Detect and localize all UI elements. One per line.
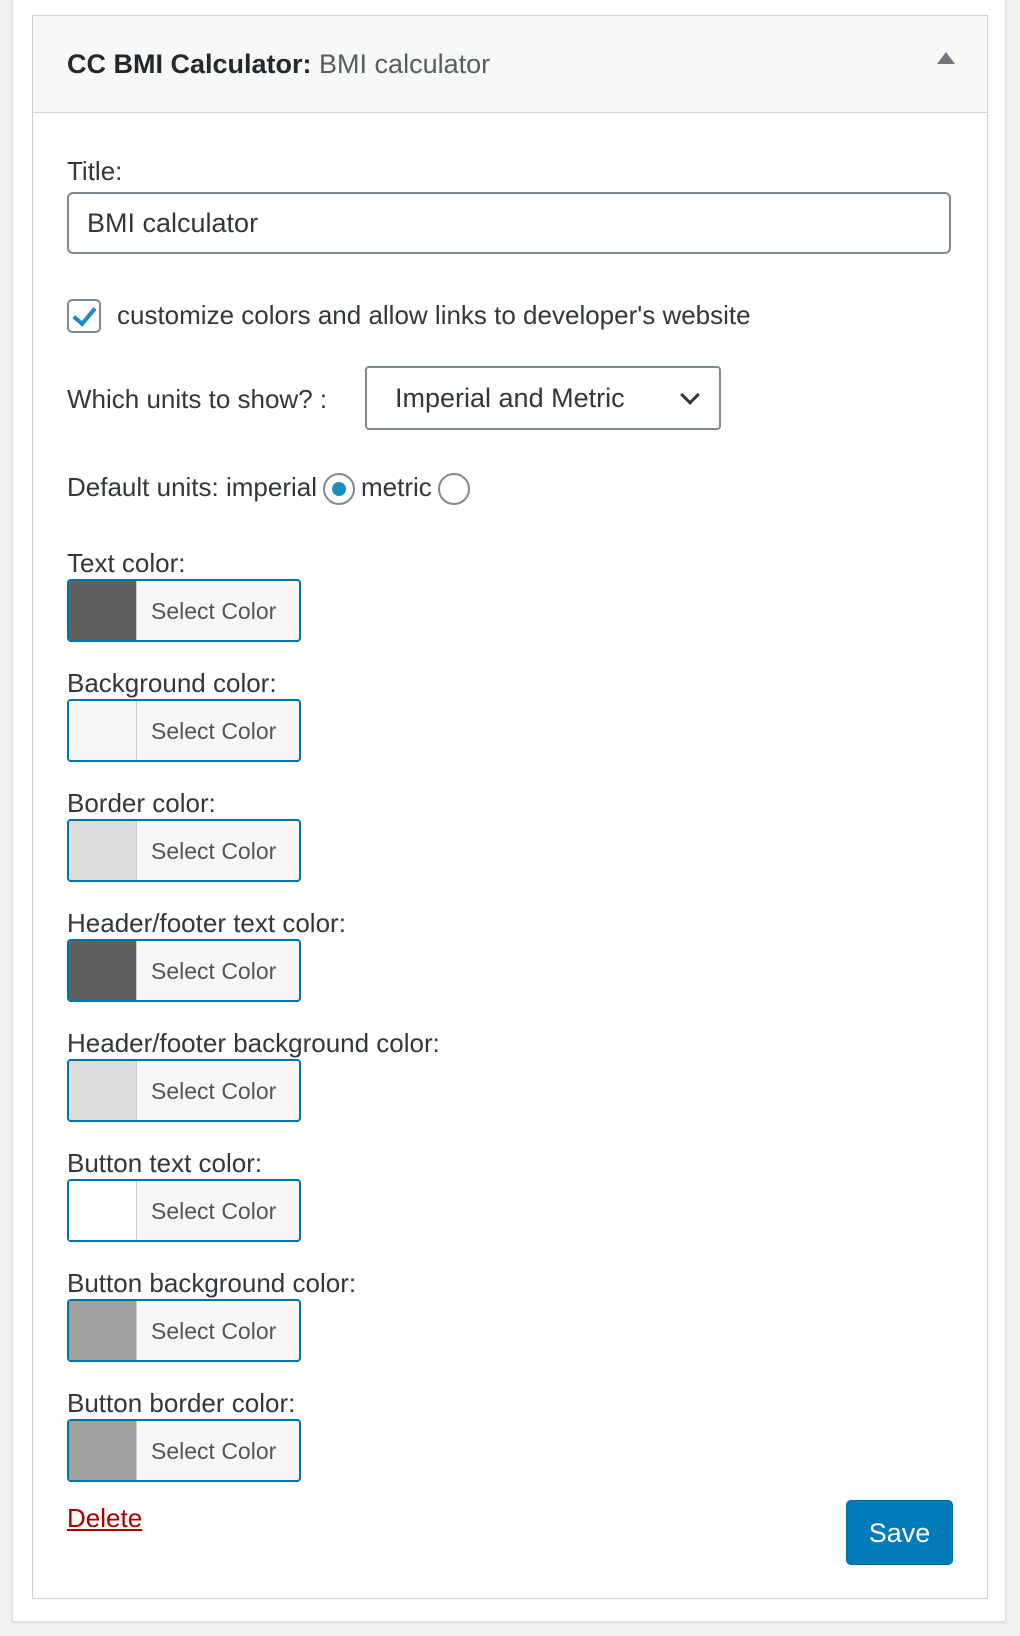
delete-link[interactable]: Delete bbox=[67, 1503, 142, 1534]
units-label: Which units to show? : bbox=[67, 384, 328, 414]
widget-header[interactable]: CC BMI Calculator: BMI calculator bbox=[33, 16, 987, 113]
chevron-down-icon bbox=[680, 385, 700, 405]
color-swatch bbox=[69, 1421, 137, 1480]
color-swatch bbox=[69, 1061, 137, 1120]
color-label: Background color: bbox=[67, 668, 277, 698]
select-color-label: Select Color bbox=[151, 1198, 277, 1224]
widget-panel: CC BMI Calculator: BMI calculator Title:… bbox=[32, 15, 988, 1599]
select-color-label: Select Color bbox=[151, 958, 277, 984]
select-color-label: Select Color bbox=[151, 1438, 277, 1464]
select-color-button[interactable]: Select Color bbox=[67, 699, 301, 762]
customize-checkbox[interactable] bbox=[67, 299, 101, 333]
color-swatch bbox=[69, 1181, 137, 1240]
color-label: Text color: bbox=[67, 548, 186, 578]
select-color-label: Select Color bbox=[151, 718, 277, 744]
save-button[interactable]: Save bbox=[846, 1500, 953, 1565]
color-label: Button text color: bbox=[67, 1148, 263, 1178]
color-swatch bbox=[69, 941, 137, 1000]
imperial-radio[interactable] bbox=[323, 473, 355, 506]
select-color-button[interactable]: Select Color bbox=[67, 579, 301, 642]
units-select[interactable]: Imperial and Metric bbox=[365, 366, 721, 430]
title-label: Title: bbox=[67, 156, 123, 186]
select-color-button[interactable]: Select Color bbox=[67, 819, 301, 882]
default-units-row: Default units: imperial metric bbox=[67, 472, 476, 506]
color-label: Button border color: bbox=[67, 1388, 296, 1418]
widget-title: CC BMI Calculator: BMI calculator bbox=[67, 49, 490, 80]
metric-label: metric bbox=[361, 472, 432, 502]
color-swatch bbox=[69, 1301, 137, 1360]
select-color-button[interactable]: Select Color bbox=[67, 1299, 301, 1362]
color-swatch bbox=[69, 701, 137, 760]
select-color-button[interactable]: Select Color bbox=[67, 939, 301, 1002]
select-color-label: Select Color bbox=[151, 1078, 277, 1104]
metric-radio[interactable] bbox=[437, 473, 470, 506]
color-label: Button background color: bbox=[67, 1268, 357, 1298]
color-swatch bbox=[69, 821, 137, 880]
widget-name: CC BMI Calculator: bbox=[67, 49, 312, 79]
select-color-label: Select Color bbox=[151, 1318, 277, 1344]
select-color-button[interactable]: Select Color bbox=[67, 1419, 301, 1482]
select-color-button[interactable]: Select Color bbox=[67, 1059, 301, 1122]
color-label: Header/footer background color: bbox=[67, 1028, 440, 1058]
color-label: Header/footer text color: bbox=[67, 908, 346, 938]
select-color-label: Select Color bbox=[151, 598, 277, 624]
collapse-arrow-icon[interactable] bbox=[937, 52, 955, 64]
color-label: Border color: bbox=[67, 788, 216, 818]
units-selected-value: Imperial and Metric bbox=[395, 383, 625, 413]
widget-instance-title: BMI calculator bbox=[319, 49, 491, 79]
select-color-button[interactable]: Select Color bbox=[67, 1179, 301, 1242]
select-color-label: Select Color bbox=[151, 838, 277, 864]
title-input[interactable] bbox=[67, 192, 951, 254]
customize-label: customize colors and allow links to deve… bbox=[117, 300, 751, 330]
color-swatch bbox=[69, 581, 137, 640]
default-units-label: Default units: imperial bbox=[67, 472, 317, 502]
